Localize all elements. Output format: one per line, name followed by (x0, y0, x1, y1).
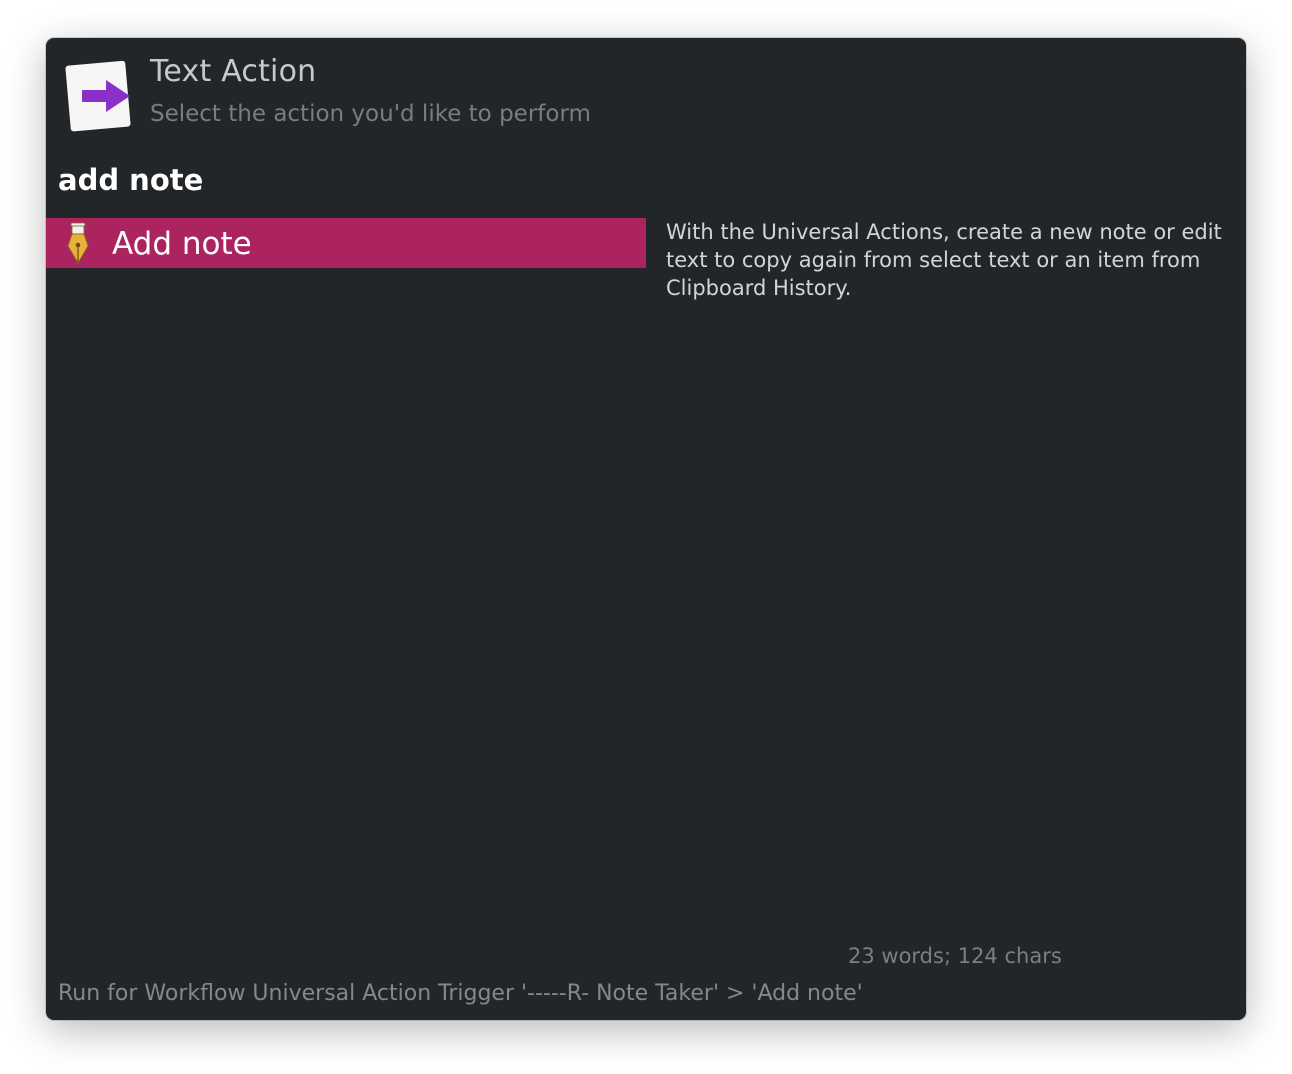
word-char-count: 23 words; 124 chars (848, 944, 1062, 968)
result-label: Add note (112, 226, 252, 262)
fountain-pen-icon (62, 222, 94, 264)
footer-status: Run for Workflow Universal Action Trigge… (58, 981, 863, 1006)
alfred-window: Text Action Select the action you'd like… (46, 38, 1246, 1020)
header-title: Text Action (150, 54, 317, 89)
search-query[interactable]: add note (58, 163, 203, 197)
preview-text: With the Universal Actions, create a new… (666, 220, 1222, 300)
result-item-add-note[interactable]: Add note (46, 218, 646, 268)
text-action-arrow-icon (64, 58, 134, 134)
header-subtitle: Select the action you'd like to perform (150, 101, 591, 127)
